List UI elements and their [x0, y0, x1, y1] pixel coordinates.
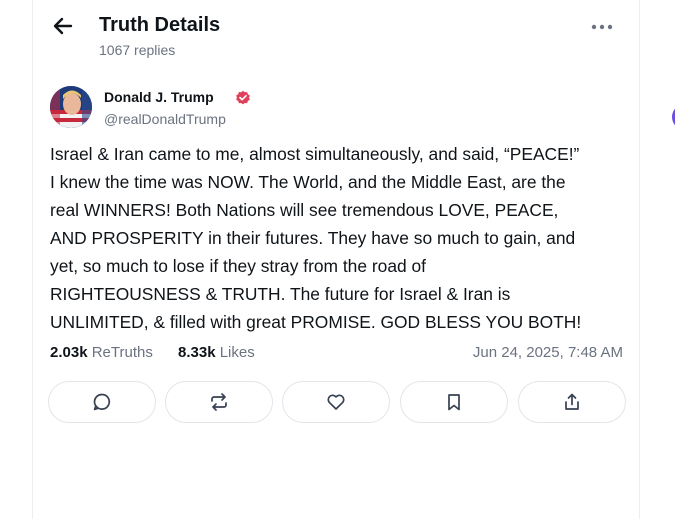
post-stats: 2.03k ReTruths 8.33k Likes Jun 24, 2025,… [50, 344, 623, 366]
post-line: UNLIMITED, & filled with great PROMISE. … [50, 312, 582, 332]
retruth-icon [211, 393, 227, 411]
heart-icon [327, 394, 345, 410]
arrow-left-icon [53, 17, 73, 35]
post-detail-column: Truth Details 1067 replies Donald J. Tru… [32, 0, 640, 519]
like-button[interactable] [282, 381, 390, 423]
post-line: yet, so much to lose if they stray from … [50, 256, 426, 276]
post-line: AND PROSPERITY in their futures. They ha… [50, 228, 576, 248]
likes-count: 8.33k [178, 344, 216, 361]
share-button[interactable] [518, 381, 626, 423]
page-title: Truth Details [99, 14, 221, 36]
reply-icon [93, 393, 111, 411]
more-horizontal-icon [591, 24, 613, 30]
retruth-button[interactable] [165, 381, 273, 423]
post-author: Donald J. Trump @realDonaldTrump [50, 86, 621, 132]
post-line: real WINNERS! Both Nations will see trem… [50, 200, 559, 220]
retruths-label: ReTruths [91, 344, 153, 361]
avatar[interactable] [50, 86, 92, 128]
post-actions [48, 381, 626, 423]
back-button[interactable] [51, 14, 75, 38]
more-options-button[interactable] [591, 20, 613, 34]
right-sidebar-edge [660, 0, 675, 519]
bookmark-button[interactable] [400, 381, 508, 423]
likes-stat[interactable]: 8.33k Likes [178, 344, 255, 361]
likes-label: Likes [219, 344, 255, 361]
author-name[interactable]: Donald J. Trump [104, 89, 214, 105]
verified-badge-icon [235, 90, 251, 106]
replies-count: 1067 replies [99, 42, 176, 58]
post-line: RIGHTEOUSNESS & TRUTH. The future for Is… [50, 284, 511, 304]
author-handle[interactable]: @realDonaldTrump [104, 111, 226, 127]
post-timestamp[interactable]: Jun 24, 2025, 7:48 AM [473, 344, 623, 361]
avatar-image [50, 86, 92, 128]
post-line: I knew the time was NOW. The World, and … [50, 172, 566, 192]
retruths-stat[interactable]: 2.03k ReTruths [50, 344, 153, 361]
post-body: Israel & Iran came to me, almost simulta… [50, 140, 625, 336]
share-icon [565, 393, 579, 410]
retruths-count: 2.03k [50, 344, 88, 361]
bookmark-icon [448, 394, 460, 411]
post-line: Israel & Iran came to me, almost simulta… [50, 144, 580, 164]
reply-button[interactable] [48, 381, 156, 423]
page-header: Truth Details 1067 replies [51, 12, 621, 64]
